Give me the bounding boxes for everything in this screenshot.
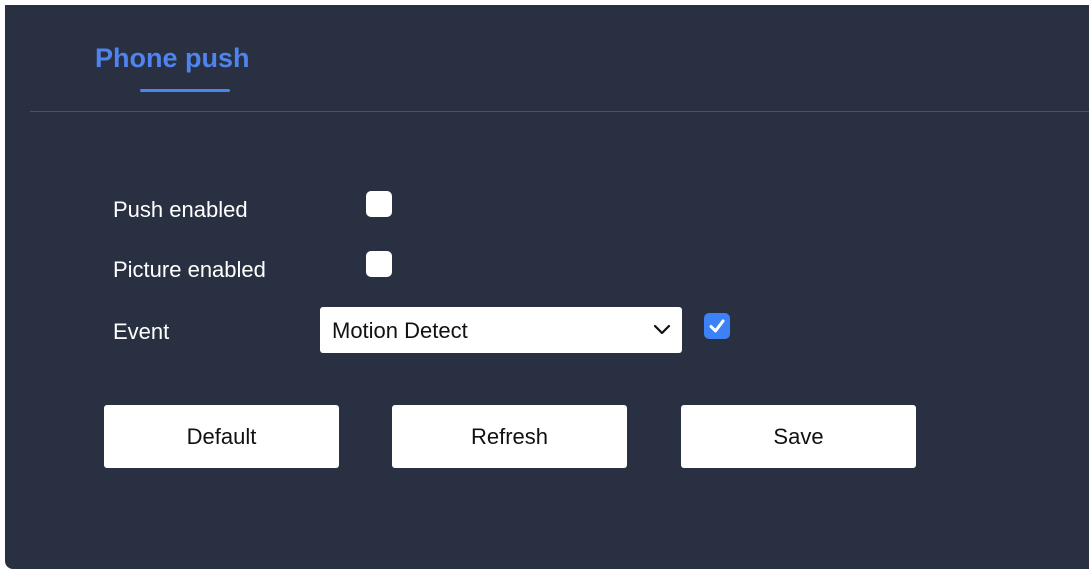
checkmark-icon (709, 319, 725, 333)
chevron-down-icon (652, 323, 672, 342)
picture-enabled-label: Picture enabled (113, 257, 266, 282)
tab-divider (30, 111, 1089, 112)
save-button[interactable]: Save (681, 405, 916, 468)
event-enabled-checkbox[interactable] (704, 313, 730, 339)
event-select-value: Motion Detect (332, 318, 468, 343)
picture-enabled-checkbox[interactable] (366, 251, 392, 277)
refresh-button[interactable]: Refresh (392, 405, 627, 468)
event-label: Event (113, 319, 170, 344)
default-button[interactable]: Default (104, 405, 339, 468)
event-select[interactable]: Motion Detect (320, 307, 682, 353)
settings-panel: Phone push Push enabled Picture enabled … (5, 5, 1089, 569)
push-enabled-checkbox[interactable] (366, 191, 392, 217)
active-tab-indicator (140, 89, 230, 92)
push-enabled-label: Push enabled (113, 197, 248, 222)
tab-phone-push[interactable]: Phone push (95, 43, 250, 74)
